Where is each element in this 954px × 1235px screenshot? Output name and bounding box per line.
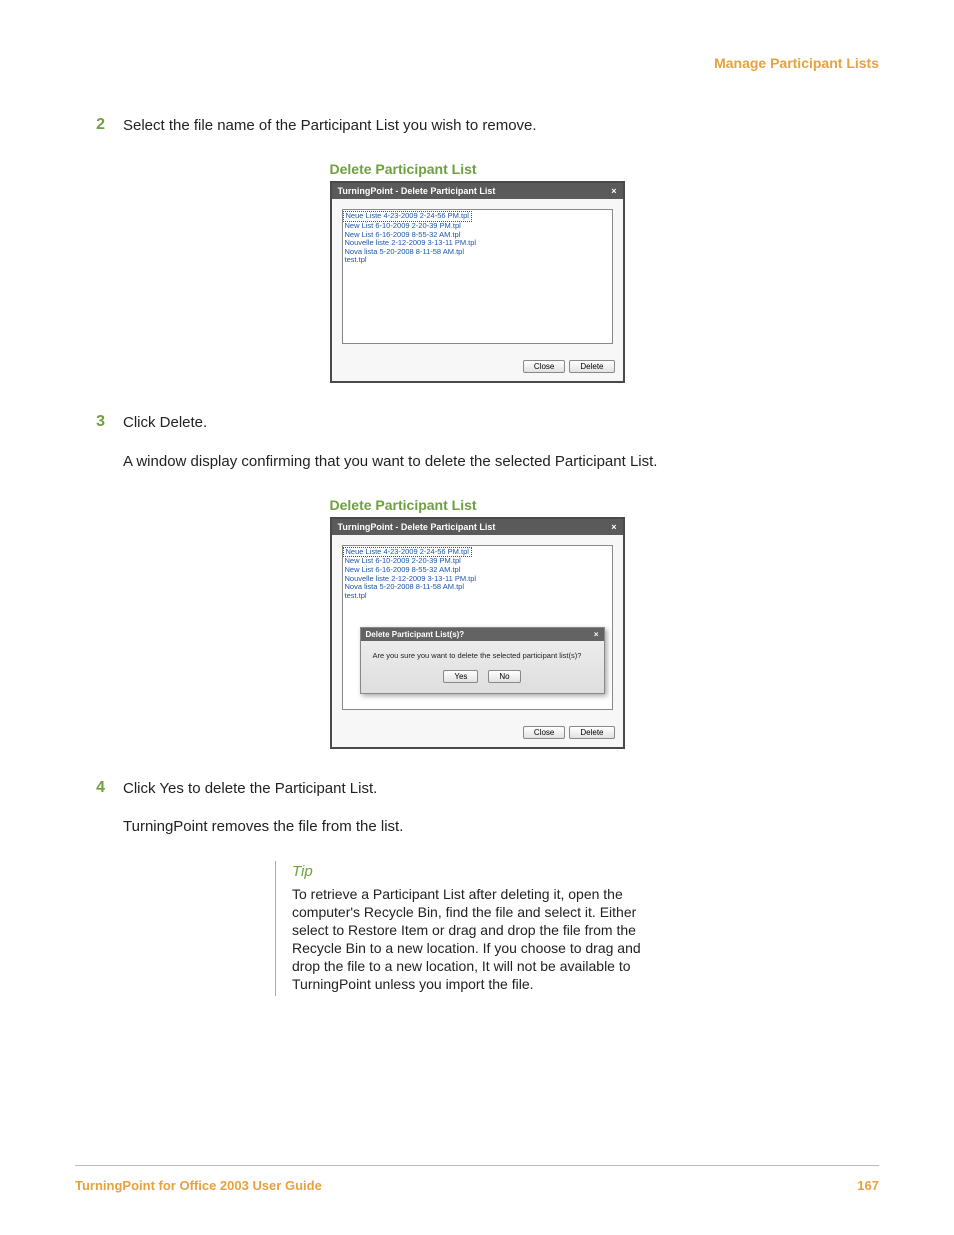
step-3-followup: A window display confirming that you wan… [123, 452, 879, 472]
footer-title: TurningPoint for Office 2003 User Guide [75, 1178, 322, 1193]
step-text: Click Yes to delete the Participant List… [123, 779, 879, 799]
tip-block: Tip To retrieve a Participant List after… [275, 861, 645, 995]
step-number: 4 [75, 779, 123, 799]
section-header: Manage Participant Lists [75, 55, 879, 71]
yes-button[interactable]: Yes [443, 670, 478, 683]
figure-1: Delete Participant List TurningPoint - D… [75, 161, 879, 383]
delete-dialog: TurningPoint - Delete Participant List ×… [330, 181, 625, 383]
close-icon[interactable]: × [611, 522, 616, 532]
page-number: 167 [857, 1178, 879, 1193]
figure-caption: Delete Participant List [330, 161, 625, 177]
tip-heading: Tip [292, 863, 645, 880]
dialog-title-text: TurningPoint - Delete Participant List [338, 186, 496, 196]
confirm-titlebar: Delete Participant List(s)? × [361, 628, 604, 641]
list-item[interactable]: Nova lista 5-20-2008 8-11-58 AM.tpl [343, 248, 612, 257]
step-number: 3 [75, 413, 123, 433]
close-button[interactable]: Close [523, 360, 565, 373]
delete-button[interactable]: Delete [569, 360, 614, 373]
confirm-message: Are you sure you want to delete the sele… [369, 651, 596, 660]
dialog-titlebar: TurningPoint - Delete Participant List × [332, 519, 623, 535]
figure-2: Delete Participant List TurningPoint - D… [75, 497, 879, 749]
close-button[interactable]: Close [523, 726, 565, 739]
figure-caption: Delete Participant List [330, 497, 625, 513]
step-text: Select the file name of the Participant … [123, 116, 879, 136]
list-item[interactable]: Nova lista 5-20-2008 8-11-58 AM.tpl [343, 583, 612, 592]
step-number: 2 [75, 116, 123, 136]
delete-dialog-with-confirm: TurningPoint - Delete Participant List ×… [330, 517, 625, 749]
confirm-dialog: Delete Participant List(s)? × Are you su… [360, 627, 605, 694]
dialog-titlebar: TurningPoint - Delete Participant List × [332, 183, 623, 199]
step-2: 2 Select the file name of the Participan… [75, 116, 879, 136]
dialog-title-text: TurningPoint - Delete Participant List [338, 522, 496, 532]
participant-listbox[interactable]: Neue Liste 4-23-2009 2-24-56 PM.tpl New … [342, 209, 613, 344]
confirm-title-text: Delete Participant List(s)? [366, 630, 465, 639]
close-icon[interactable]: × [611, 186, 616, 196]
delete-button[interactable]: Delete [569, 726, 614, 739]
tip-text: To retrieve a Participant List after del… [292, 886, 645, 993]
no-button[interactable]: No [488, 670, 520, 683]
page-footer: TurningPoint for Office 2003 User Guide … [75, 1165, 879, 1193]
close-icon[interactable]: × [594, 630, 599, 639]
step-3: 3 Click Delete. [75, 413, 879, 433]
step-4-followup: TurningPoint removes the file from the l… [123, 817, 879, 837]
step-4: 4 Click Yes to delete the Participant Li… [75, 779, 879, 799]
list-item[interactable]: test.tpl [343, 256, 612, 265]
list-item[interactable]: test.tpl [343, 592, 612, 601]
step-text: Click Delete. [123, 413, 879, 433]
